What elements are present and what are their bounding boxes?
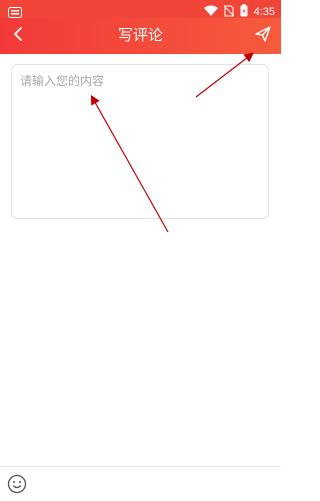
comment-editor — [11, 64, 269, 219]
page-title: 写评论 — [117, 27, 163, 44]
status-bar: 4:35 — [0, 0, 281, 18]
emoji-button[interactable] — [7, 474, 27, 494]
send-button[interactable] — [251, 24, 275, 48]
app-header: 写评论 — [0, 18, 281, 54]
status-time: 4:35 — [253, 5, 275, 18]
send-icon — [255, 26, 271, 46]
emoji-icon — [7, 474, 27, 498]
bottom-toolbar — [0, 466, 281, 501]
comment-input[interactable] — [12, 65, 268, 218]
